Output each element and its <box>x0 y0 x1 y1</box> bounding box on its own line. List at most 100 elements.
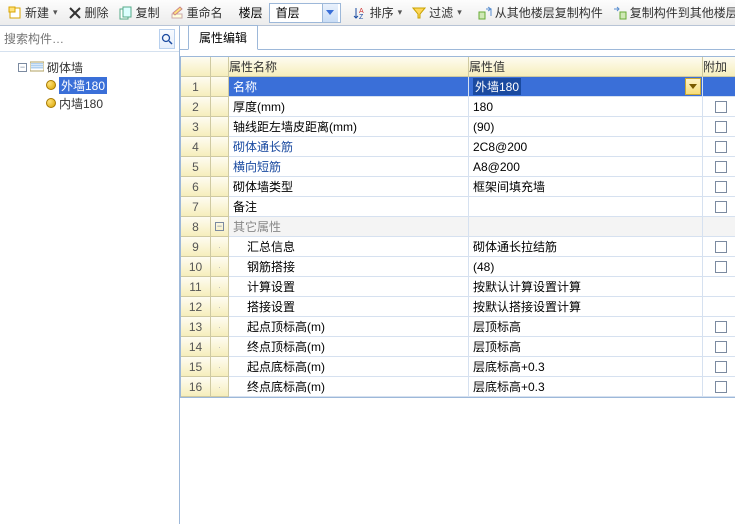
property-value-cell[interactable]: 层底标高+0.3 <box>469 357 703 377</box>
extra-checkbox-cell <box>703 197 735 217</box>
header-tree <box>211 57 229 77</box>
table-row[interactable]: 7备注 <box>181 197 735 217</box>
checkbox[interactable] <box>715 381 727 393</box>
property-value-cell[interactable]: 外墙180 <box>469 77 703 97</box>
new-button[interactable]: 新建 ▾ <box>4 2 62 23</box>
extra-checkbox-cell <box>703 77 735 97</box>
filter-icon <box>412 6 426 20</box>
property-name-cell[interactable]: 其它属性 <box>229 217 469 237</box>
checkbox[interactable] <box>715 161 727 173</box>
table-row[interactable]: 9·汇总信息砌体通长拉结筋 <box>181 237 735 257</box>
table-row[interactable]: 4砌体通长筋2C8@200 <box>181 137 735 157</box>
table-row[interactable]: 15·起点底标高(m)层底标高+0.3 <box>181 357 735 377</box>
property-name-cell[interactable]: 终点顶标高(m) <box>229 337 469 357</box>
tree-root[interactable]: − 砌体墙 <box>4 58 175 76</box>
row-number: 9 <box>181 237 211 257</box>
property-value-cell[interactable]: A8@200 <box>469 157 703 177</box>
checkbox[interactable] <box>715 261 727 273</box>
tree-item-1[interactable]: 内墙180 <box>4 94 175 112</box>
property-value-cell[interactable]: 按默认计算设置计算 <box>469 277 703 297</box>
tab-property-edit[interactable]: 属性编辑 <box>188 25 258 50</box>
copy-button[interactable]: 复制 <box>115 2 164 23</box>
rename-icon <box>170 6 184 20</box>
copy-from-floor-button[interactable]: 从其他楼层复制构件 <box>474 2 607 23</box>
property-name-cell[interactable]: 起点顶标高(m) <box>229 317 469 337</box>
property-name-cell[interactable]: 计算设置 <box>229 277 469 297</box>
property-value-cell[interactable]: 按默认搭接设置计算 <box>469 297 703 317</box>
property-value-cell[interactable]: 框架间填充墙 <box>469 177 703 197</box>
property-value-cell[interactable]: 层顶标高 <box>469 317 703 337</box>
property-name-cell[interactable]: 起点底标高(m) <box>229 357 469 377</box>
property-value-cell[interactable]: 层底标高+0.3 <box>469 377 703 397</box>
property-value-cell[interactable]: 砌体通长拉结筋 <box>469 237 703 257</box>
copy-to-floor-button[interactable]: 复制构件到其他楼层 <box>609 2 735 23</box>
search-button[interactable] <box>159 29 175 49</box>
property-name-cell[interactable]: 钢筋搭接 <box>229 257 469 277</box>
table-row[interactable]: 12·搭接设置按默认搭接设置计算 <box>181 297 735 317</box>
table-row[interactable]: 14·终点顶标高(m)层顶标高 <box>181 337 735 357</box>
property-value-cell[interactable] <box>469 197 703 217</box>
search-icon <box>161 33 173 45</box>
checkbox[interactable] <box>715 361 727 373</box>
property-value-cell[interactable] <box>469 217 703 237</box>
property-name-cell[interactable]: 终点底标高(m) <box>229 377 469 397</box>
search-input[interactable] <box>4 32 159 46</box>
dropdown-caret-icon[interactable]: ▾ <box>456 7 462 18</box>
floor-dropdown[interactable]: 首层 <box>269 3 341 23</box>
checkbox[interactable] <box>715 321 727 333</box>
checkbox[interactable] <box>715 201 727 213</box>
rename-button[interactable]: 重命名 <box>166 2 227 23</box>
dropdown-caret-icon[interactable]: ▾ <box>52 7 58 18</box>
checkbox[interactable] <box>715 181 727 193</box>
table-row[interactable]: 16·终点底标高(m)层底标高+0.3 <box>181 377 735 397</box>
copy-from-label: 从其他楼层复制构件 <box>495 4 603 21</box>
property-value-cell[interactable]: 2C8@200 <box>469 137 703 157</box>
row-number: 8 <box>181 217 211 237</box>
property-name-cell[interactable]: 备注 <box>229 197 469 217</box>
table-row[interactable]: 2 厚度(mm)180 <box>181 97 735 117</box>
dropdown-arrow-icon[interactable] <box>322 4 338 22</box>
table-row[interactable]: 10·钢筋搭接(48) <box>181 257 735 277</box>
property-name-cell[interactable]: 砌体通长筋 <box>229 137 469 157</box>
tree-item-0[interactable]: 外墙180 <box>4 76 175 94</box>
table-row[interactable]: 13·起点顶标高(m)层顶标高 <box>181 317 735 337</box>
value-dropdown-button[interactable] <box>685 78 701 95</box>
property-name-cell[interactable]: 砌体墙类型 <box>229 177 469 197</box>
property-name-cell[interactable]: 厚度(mm) <box>229 97 469 117</box>
copy-icon <box>119 6 133 20</box>
property-name-cell[interactable]: 搭接设置 <box>229 297 469 317</box>
checkbox[interactable] <box>715 141 727 153</box>
table-row[interactable]: 1名称外墙180 <box>181 77 735 97</box>
dropdown-caret-icon[interactable]: ▾ <box>397 7 403 18</box>
delete-button[interactable]: 删除 <box>64 2 113 23</box>
table-row[interactable]: 5横向短筋A8@200 <box>181 157 735 177</box>
property-name-cell[interactable]: 汇总信息 <box>229 237 469 257</box>
table-row[interactable]: 3轴线距左墙皮距离(mm)(90) <box>181 117 735 137</box>
property-value-cell[interactable]: (48) <box>469 257 703 277</box>
row-number: 10 <box>181 257 211 277</box>
table-row[interactable]: 8−其它属性 <box>181 217 735 237</box>
checkbox[interactable] <box>715 341 727 353</box>
filter-button[interactable]: 过滤 ▾ <box>408 2 466 23</box>
collapse-icon[interactable]: − <box>215 222 224 231</box>
property-value-cell[interactable]: 层顶标高 <box>469 337 703 357</box>
table-row[interactable]: 6砌体墙类型框架间填充墙 <box>181 177 735 197</box>
checkbox[interactable] <box>715 101 727 113</box>
property-name-cell[interactable]: 名称 <box>229 77 469 97</box>
sort-button[interactable]: AZ 排序 ▾ <box>349 2 407 23</box>
table-row[interactable]: 11·计算设置按默认计算设置计算 <box>181 277 735 297</box>
property-value-cell[interactable]: 180 <box>469 97 703 117</box>
folder-icon <box>30 60 44 74</box>
extra-checkbox-cell <box>703 297 735 317</box>
property-name-cell[interactable]: 轴线距左墙皮距离(mm) <box>229 117 469 137</box>
row-number: 15 <box>181 357 211 377</box>
property-name-cell[interactable]: 横向短筋 <box>229 157 469 177</box>
copy-from-icon <box>478 6 492 20</box>
checkbox[interactable] <box>715 241 727 253</box>
checkbox[interactable] <box>715 121 727 133</box>
sort-label: 排序 <box>370 4 394 21</box>
row-number: 2 <box>181 97 211 117</box>
tab-bar: 属性编辑 <box>180 26 735 50</box>
collapse-icon[interactable]: − <box>18 63 27 72</box>
property-value-cell[interactable]: (90) <box>469 117 703 137</box>
